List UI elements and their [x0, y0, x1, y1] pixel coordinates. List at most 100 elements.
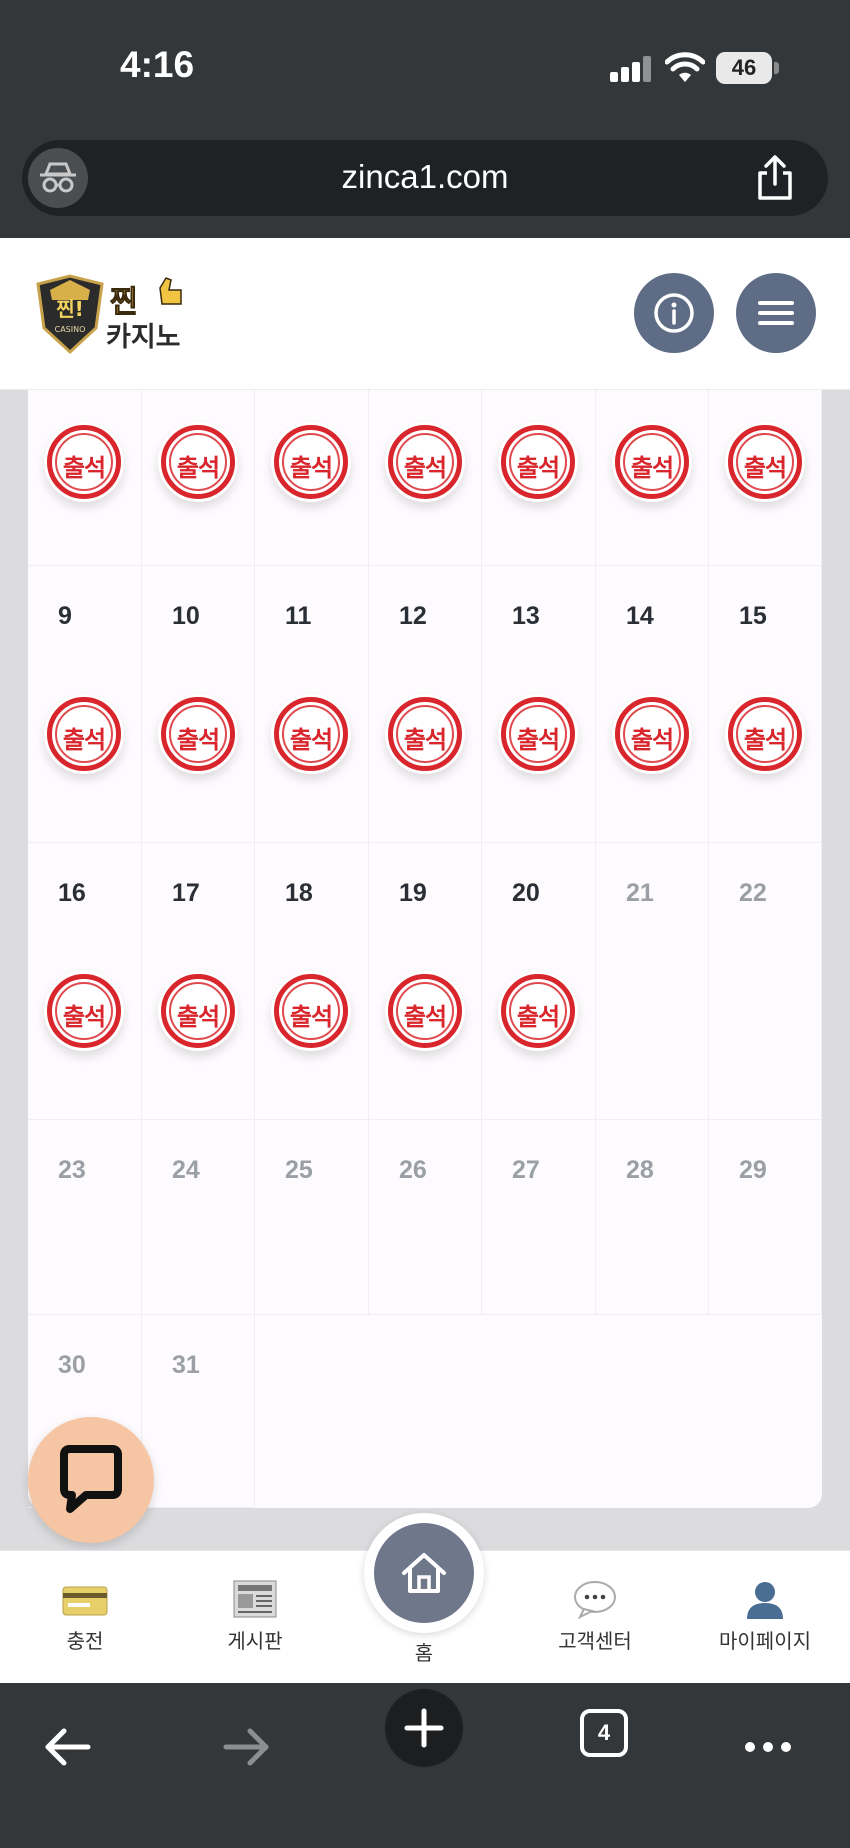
address-bar[interactable]: zinca1.com [22, 140, 828, 216]
browser-toolbar: 4 [0, 1683, 850, 1848]
tabs-button[interactable]: 4 [580, 1709, 628, 1757]
calendar-day-number: 19 [399, 879, 427, 907]
calendar-day-number: 24 [172, 1156, 200, 1184]
calendar-day-number: 21 [626, 879, 654, 907]
attendance-stamp-label: 출석 [176, 1003, 220, 1031]
calendar-day-cell[interactable]: 17 출석 [142, 843, 255, 1120]
attendance-stamp: 출석 [725, 422, 805, 502]
attendance-stamp: 출석 [498, 971, 578, 1051]
calendar-day-number: 25 [285, 1156, 313, 1184]
calendar-day-cell[interactable]: 21 [596, 843, 709, 1120]
calendar-day-cell[interactable]: 출석 [596, 390, 709, 566]
nav-mypage-label: 마이페이지 [719, 1629, 811, 1653]
attendance-stamp-label: 출석 [176, 726, 220, 754]
calendar-day-cell[interactable]: 31 [142, 1315, 255, 1508]
battery-tip [774, 62, 779, 74]
calendar-day-cell[interactable]: 23 [28, 1120, 142, 1315]
cellular-signal-icon [610, 56, 652, 82]
nav-support[interactable]: 고객센터 [510, 1579, 680, 1654]
battery-indicator: 46 [716, 52, 772, 84]
calendar-day-number: 26 [399, 1156, 427, 1184]
logo-sub-text: CASINO [55, 325, 86, 334]
attendance-stamp: 출석 [271, 422, 351, 502]
calendar-day-cell[interactable]: 14 출석 [596, 566, 709, 843]
content-area: 출석 출석 출석 출석 출석 출석 출석 9 출석 10 출석 11 출석 12 출석 13 출석 14 출석 15 출… [0, 390, 850, 1550]
calendar-day-cell[interactable]: 29 [709, 1120, 822, 1315]
attendance-stamp: 출석 [385, 694, 465, 774]
nav-board-label: 게시판 [227, 1629, 283, 1653]
info-button[interactable] [634, 273, 714, 353]
svg-text:카지노: 카지노 [106, 322, 181, 353]
attendance-stamp: 출석 [158, 971, 238, 1051]
more-options-icon[interactable] [728, 1707, 808, 1787]
credit-card-icon [62, 1586, 108, 1616]
calendar-day-cell[interactable]: 16 출석 [28, 843, 142, 1120]
plus-icon [404, 1708, 444, 1748]
nav-home-label: 홈 [414, 1641, 434, 1665]
attendance-stamp-label: 출석 [403, 1003, 447, 1031]
attendance-stamp-label: 출석 [62, 726, 106, 754]
attendance-stamp: 출석 [498, 422, 578, 502]
back-arrow-icon[interactable] [28, 1707, 108, 1787]
attendance-stamp: 출석 [44, 971, 124, 1051]
calendar-day-cell[interactable]: 13 출석 [482, 566, 596, 843]
calendar-day-cell[interactable]: 출석 [255, 390, 369, 566]
calendar-day-cell[interactable]: 10 출석 [142, 566, 255, 843]
calendar-day-number: 30 [58, 1351, 86, 1379]
attendance-stamp-label: 출석 [403, 454, 447, 482]
calendar-day-cell[interactable]: 출석 [709, 390, 822, 566]
calendar-day-cell[interactable]: 25 [255, 1120, 369, 1315]
logo-badge-text: 찐! [56, 297, 84, 321]
live-chat-button[interactable] [28, 1417, 154, 1543]
info-icon [654, 293, 694, 333]
calendar-day-cell[interactable]: 27 [482, 1120, 596, 1315]
menu-button[interactable] [736, 273, 816, 353]
calendar-day-cell[interactable]: 출석 [369, 390, 482, 566]
new-tab-button[interactable] [385, 1689, 463, 1767]
calendar-day-cell[interactable]: 출석 [28, 390, 142, 566]
url-text[interactable]: zinca1.com [22, 158, 828, 196]
calendar-day-number: 23 [58, 1156, 86, 1184]
home-icon [402, 1553, 446, 1593]
calendar-day-cell[interactable]: 9 출석 [28, 566, 142, 843]
calendar-day-cell[interactable]: 12 출석 [369, 566, 482, 843]
calendar-day-number: 28 [626, 1156, 654, 1184]
calendar-day-cell[interactable]: 22 [709, 843, 822, 1120]
share-icon[interactable] [752, 154, 798, 202]
calendar-day-number: 16 [58, 879, 86, 907]
calendar-day-number: 14 [626, 602, 654, 630]
calendar-day-cell[interactable]: 11 출석 [255, 566, 369, 843]
attendance-stamp-label: 출석 [743, 726, 787, 754]
newspaper-icon [233, 1580, 277, 1618]
calendar-day-cell[interactable]: 26 [369, 1120, 482, 1315]
attendance-stamp: 출석 [612, 422, 692, 502]
calendar-day-cell[interactable]: 15 출석 [709, 566, 822, 843]
calendar-day-cell[interactable]: 18 출석 [255, 843, 369, 1120]
calendar-day-cell[interactable]: 19 출석 [369, 843, 482, 1120]
forward-arrow-icon[interactable] [206, 1707, 286, 1787]
calendar-day-cell[interactable]: 20 출석 [482, 843, 596, 1120]
calendar-day-number: 22 [739, 879, 767, 907]
nav-home[interactable] [364, 1513, 484, 1633]
calendar-day-number: 27 [512, 1156, 540, 1184]
site-logo[interactable]: 찐! CASINO 찐 카지노 [30, 270, 210, 360]
site-header: 찐! CASINO 찐 카지노 [0, 238, 850, 390]
attendance-stamp-label: 출석 [630, 726, 674, 754]
calendar-day-cell[interactable]: 24 [142, 1120, 255, 1315]
hamburger-menu-icon [758, 301, 794, 325]
status-time: 4:16 [120, 44, 195, 85]
attendance-stamp: 출석 [271, 694, 351, 774]
nav-charge[interactable]: 충전 [0, 1579, 170, 1654]
calendar-day-cell[interactable]: 28 [596, 1120, 709, 1315]
attendance-stamp-label: 출석 [289, 454, 333, 482]
nav-board[interactable]: 게시판 [170, 1579, 340, 1654]
nav-charge-label: 충전 [66, 1629, 104, 1653]
calendar-day-cell[interactable]: 출석 [142, 390, 255, 566]
attendance-stamp-label: 출석 [289, 1003, 333, 1031]
calendar-day-cell[interactable]: 출석 [482, 390, 596, 566]
home-button[interactable] [374, 1523, 474, 1623]
user-icon [747, 1582, 783, 1619]
nav-mypage[interactable]: 마이페이지 [680, 1579, 850, 1654]
svg-text:찐: 찐 [110, 285, 138, 320]
calendar-day-number: 17 [172, 879, 200, 907]
